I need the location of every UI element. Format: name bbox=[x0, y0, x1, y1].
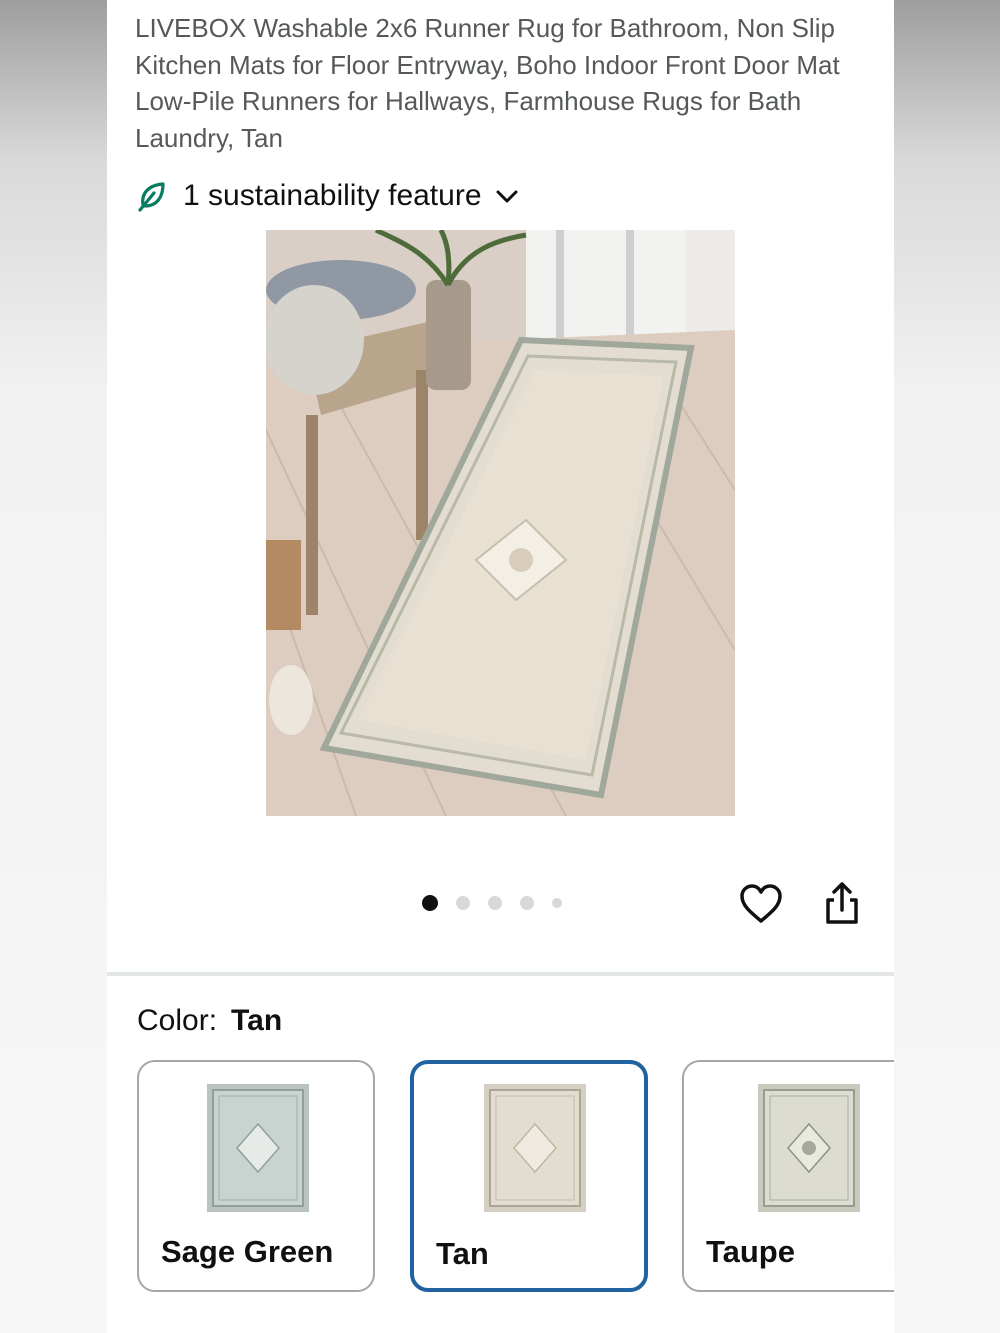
share-icon[interactable] bbox=[818, 880, 866, 928]
sustainability-feature-toggle[interactable]: 1 sustainability feature bbox=[135, 174, 520, 218]
color-option-tan[interactable]: Tan bbox=[410, 1060, 648, 1292]
carousel-dot[interactable] bbox=[488, 896, 502, 910]
carousel-dot[interactable] bbox=[520, 896, 534, 910]
color-selected-value: Tan bbox=[231, 1004, 283, 1037]
product-image-runner-rug[interactable] bbox=[266, 230, 735, 816]
color-label-text: Color: bbox=[137, 1004, 218, 1037]
swatch-thumbnail bbox=[484, 1084, 586, 1212]
color-option-taupe[interactable]: Taupe bbox=[682, 1060, 894, 1292]
heart-icon[interactable] bbox=[737, 880, 785, 928]
color-option-label: Taupe bbox=[706, 1234, 795, 1269]
color-option-label: Tan bbox=[436, 1236, 489, 1271]
sustainability-label: 1 sustainability feature bbox=[183, 179, 482, 212]
leaf-icon bbox=[138, 182, 165, 212]
image-carousel-indicator[interactable] bbox=[422, 890, 580, 916]
carousel-dot[interactable] bbox=[552, 898, 562, 908]
section-divider bbox=[107, 972, 894, 976]
swatch-thumbnail bbox=[207, 1084, 309, 1212]
carousel-dot[interactable] bbox=[456, 896, 470, 910]
swatch-thumbnail bbox=[758, 1084, 860, 1212]
color-selection-label: Color: Tan bbox=[137, 1004, 282, 1038]
product-page: LIVEBOX Washable 2x6 Runner Rug for Bath… bbox=[107, 0, 894, 1333]
chevron-down-icon bbox=[496, 190, 518, 203]
carousel-dot-active[interactable] bbox=[422, 895, 438, 911]
color-option-label: Sage Green bbox=[161, 1234, 334, 1269]
color-option-sage-green[interactable]: Sage Green bbox=[137, 1060, 375, 1292]
product-title: LIVEBOX Washable 2x6 Runner Rug for Bath… bbox=[135, 13, 840, 153]
